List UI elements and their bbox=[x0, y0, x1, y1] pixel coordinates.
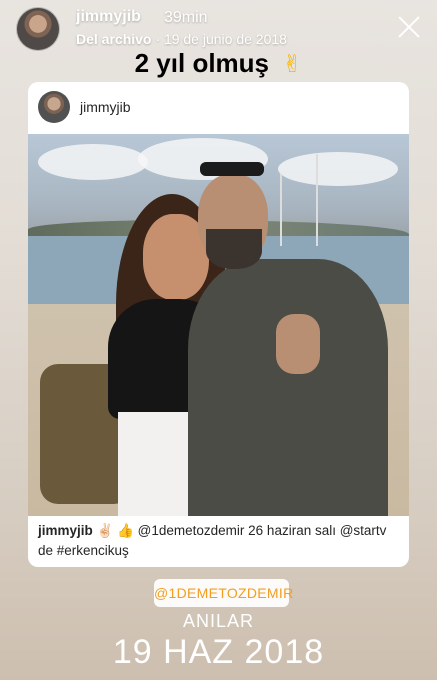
profile-avatar[interactable] bbox=[16, 7, 60, 51]
archive-date: 19 de junio de 2018 bbox=[163, 31, 287, 47]
mention-sticker[interactable]: @1DEMETOZDEMIR bbox=[154, 579, 293, 607]
archive-label: Del archivo bbox=[76, 31, 152, 47]
shared-post-card[interactable]: jimmyjib jimmyjib ✌🏻 👍 @1demetozdemir 26… bbox=[28, 82, 409, 567]
boat-mast bbox=[316, 154, 318, 246]
post-avatar[interactable] bbox=[38, 91, 70, 123]
archive-separator: · bbox=[155, 31, 164, 47]
story-headline: 2 yıl olmuş ✌ bbox=[0, 48, 437, 79]
boat-mast bbox=[280, 174, 282, 246]
caption-emoji: ✌🏻 👍 bbox=[96, 523, 134, 538]
man-beard bbox=[206, 229, 262, 269]
cloud-shape bbox=[38, 144, 148, 180]
man-shirt bbox=[188, 259, 388, 516]
thumbs-up-hand bbox=[276, 314, 320, 374]
memories-date: 19 HAZ 2018 bbox=[112, 633, 325, 671]
headline-text: 2 yıl olmuş bbox=[134, 48, 270, 78]
story-header: jimmyjib 39min Del archivo · 19 de junio… bbox=[0, 0, 437, 54]
sunglasses bbox=[200, 162, 264, 176]
close-icon[interactable] bbox=[396, 14, 422, 40]
story-username[interactable]: jimmyjib bbox=[76, 8, 141, 26]
caption-username[interactable]: jimmyjib bbox=[38, 523, 93, 538]
post-username[interactable]: jimmyjib bbox=[80, 99, 131, 115]
archive-info: Del archivo · 19 de junio de 2018 bbox=[76, 31, 287, 47]
memories-label: ANILAR bbox=[182, 611, 255, 631]
victory-hand-icon: ✌ bbox=[282, 50, 303, 78]
story-time-ago: 39min bbox=[164, 9, 208, 26]
post-photo bbox=[28, 134, 409, 516]
post-caption: jimmyjib ✌🏻 👍 @1demetozdemir 26 haziran … bbox=[38, 521, 398, 561]
cloud-shape bbox=[278, 152, 398, 186]
